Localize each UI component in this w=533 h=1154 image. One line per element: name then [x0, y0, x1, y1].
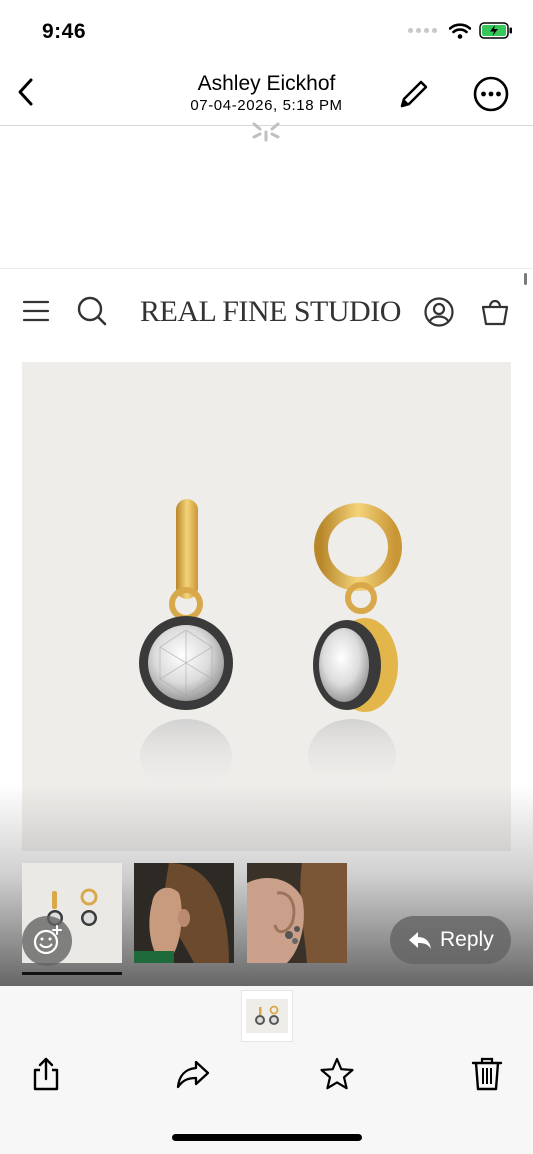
status-time: 9:46	[42, 20, 87, 43]
add-reaction-button[interactable]	[22, 916, 72, 966]
user-circle-icon	[424, 297, 454, 327]
wifi-icon	[449, 22, 471, 39]
forward-arrow-icon	[176, 1060, 210, 1089]
store-logo[interactable]: REAL FINE STUDIO	[140, 295, 401, 329]
search-icon	[77, 296, 107, 326]
reply-arrow-icon	[409, 932, 431, 949]
delete-button[interactable]	[469, 1056, 505, 1092]
attachment-preview[interactable]	[241, 990, 293, 1042]
message-nav-bar: Ashley Eickhof 07-04-2026, 5:18 PM	[0, 60, 533, 126]
pencil-icon	[400, 80, 428, 108]
store-header: REAL FINE STUDIO	[0, 269, 533, 357]
bottom-toolbar	[0, 986, 533, 1154]
shopping-bag-icon	[481, 299, 509, 326]
thumbnail-model-ear-image	[247, 863, 347, 963]
home-indicator[interactable]	[172, 1134, 362, 1141]
account-button[interactable]	[423, 296, 455, 328]
favorite-button[interactable]	[319, 1056, 355, 1092]
selected-thumbnail-indicator	[22, 972, 122, 975]
thumbnail-model-ear[interactable]	[247, 863, 347, 963]
message-date: 07-04-2026, 5:18 PM	[190, 97, 343, 114]
status-bar: 9:46	[0, 0, 533, 60]
product-image[interactable]	[22, 362, 511, 851]
more-options-button[interactable]	[472, 75, 510, 113]
attachment-preview-image	[246, 999, 288, 1033]
earrings-illustration	[139, 499, 402, 795]
store-search-button[interactable]	[76, 295, 108, 327]
cellular-signal-icon	[408, 28, 437, 33]
share-icon	[33, 1057, 59, 1091]
cart-button[interactable]	[480, 295, 510, 327]
menu-button[interactable]	[22, 299, 50, 323]
ellipsis-circle-icon	[473, 76, 509, 112]
thumbnail-model-profile[interactable]	[134, 863, 234, 963]
email-body[interactable]: REAL FINE STUDIO Reply	[0, 268, 533, 986]
sender-name: Ashley Eickhof	[197, 72, 336, 95]
loading-spinner-icon	[252, 122, 280, 142]
edit-button[interactable]	[396, 76, 432, 112]
status-icons	[408, 22, 513, 39]
emoji-add-icon	[33, 925, 62, 955]
trash-icon	[471, 1057, 503, 1091]
star-icon	[320, 1057, 354, 1090]
thumbnail-model-profile-image	[134, 863, 234, 963]
battery-charging-icon	[479, 22, 512, 39]
hamburger-icon	[22, 300, 50, 322]
reply-button[interactable]: Reply	[390, 916, 511, 964]
forward-button[interactable]	[175, 1056, 211, 1092]
reply-label: Reply	[440, 928, 494, 951]
share-button[interactable]	[28, 1056, 64, 1092]
